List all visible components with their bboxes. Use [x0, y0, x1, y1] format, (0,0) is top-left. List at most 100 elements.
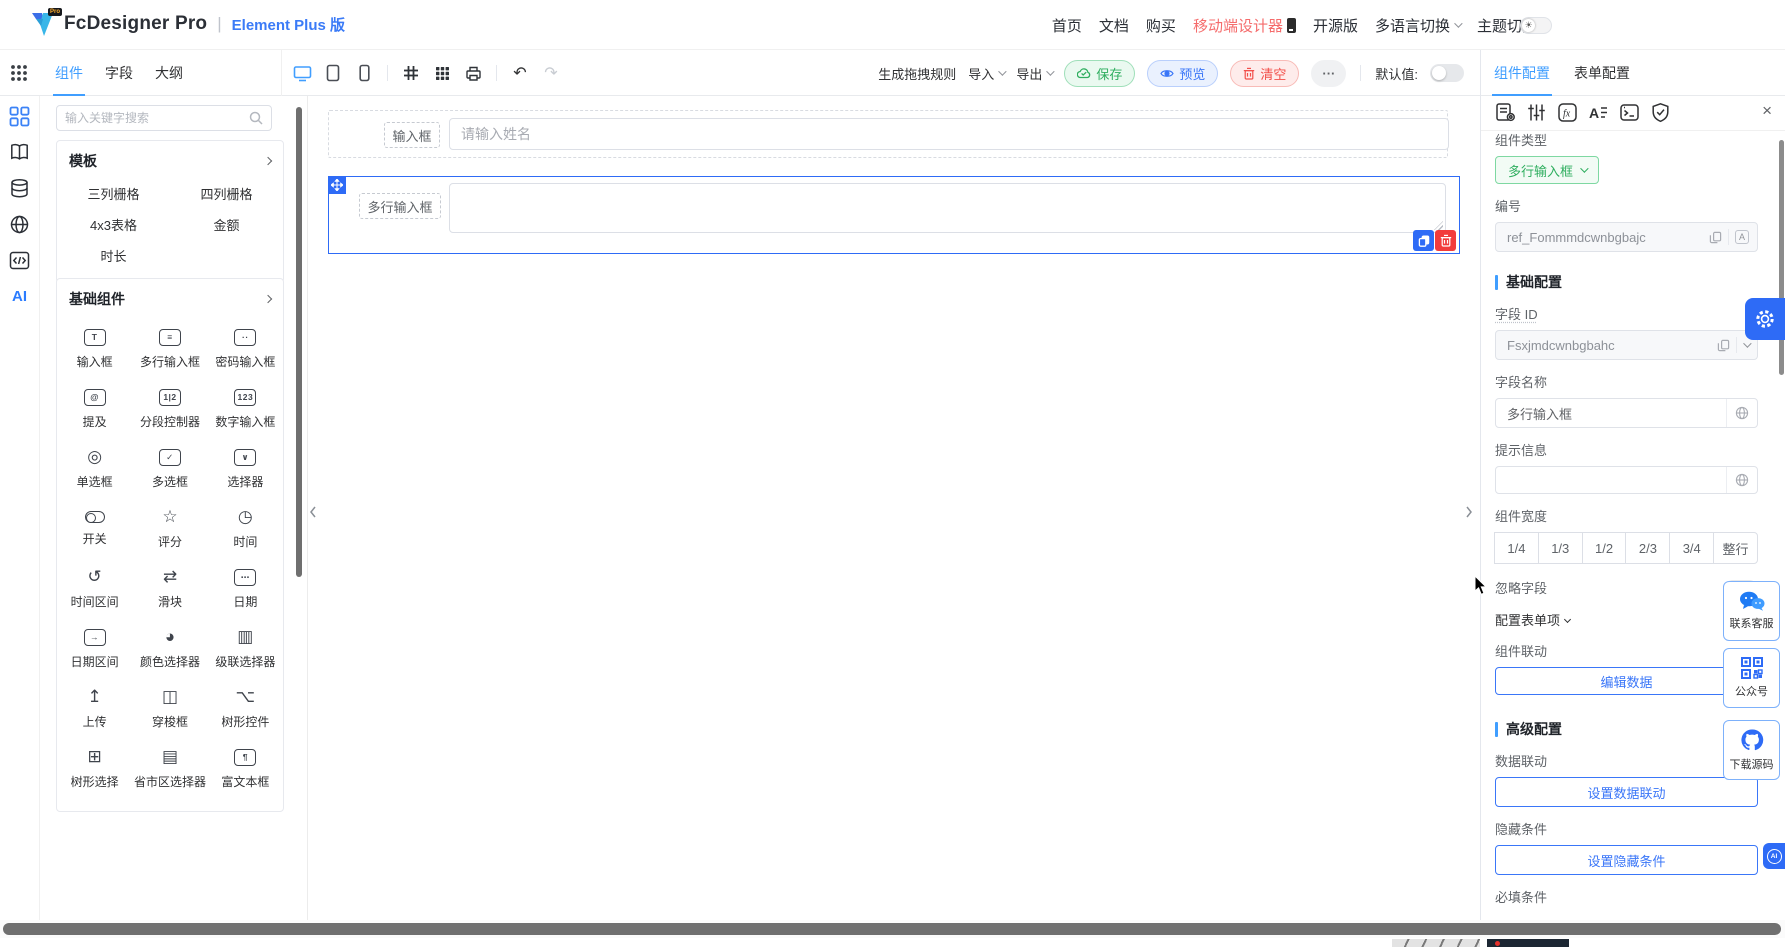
palette-item[interactable]: ⊞ 树形选择 — [57, 739, 132, 799]
component-type-dropdown[interactable]: 多行输入框 — [1495, 156, 1600, 184]
field-label-input[interactable]: 输入框 — [384, 122, 440, 148]
delete-component-button[interactable] — [1435, 230, 1456, 251]
palette-item[interactable]: ⌥ 树形控件 — [208, 679, 283, 739]
palette-item[interactable]: 123 数字输入框 — [208, 379, 283, 439]
horizontal-scrollbar-thumb[interactable] — [3, 923, 1781, 935]
palette-item[interactable]: ·· 密码输入框 — [208, 319, 283, 379]
collapse-right-panel-chevron[interactable] — [1464, 505, 1474, 524]
palette-item[interactable]: ⋯ 日期 — [208, 559, 283, 619]
form-config-icon[interactable] — [1493, 100, 1517, 124]
template-item[interactable]: 时长 — [57, 241, 170, 272]
collapse-left-panel-chevron[interactable] — [308, 505, 318, 524]
contact-support-widget[interactable]: 联系客服 — [1723, 581, 1780, 641]
palette-item[interactable]: 开关 — [57, 499, 132, 559]
palette-item[interactable]: ◫ 穿梭框 — [132, 679, 207, 739]
palette-item[interactable]: ⇄ 滑块 — [132, 559, 207, 619]
apps-grid-icon[interactable] — [9, 63, 29, 88]
auto-name-icon[interactable]: A — [1735, 230, 1749, 244]
palette-item[interactable]: 1|2 分段控制器 — [132, 379, 207, 439]
nav-item[interactable]: 购买 — [1146, 15, 1176, 36]
width-option-button[interactable]: 3/4 — [1669, 532, 1715, 564]
nav-item[interactable]: 多语言切换 — [1375, 15, 1463, 36]
template-item[interactable]: 三列栅格 — [57, 179, 170, 210]
inspector-tab[interactable]: 组件配置 — [1492, 50, 1552, 96]
i18n-globe-icon[interactable] — [1726, 399, 1757, 427]
default-value-toggle[interactable] — [1430, 64, 1464, 82]
textarea-resize-grip[interactable] — [1434, 221, 1443, 230]
print-icon[interactable] — [463, 63, 483, 83]
name-input-field[interactable]: 请输入姓名 — [449, 118, 1449, 150]
palette-item[interactable]: → 日期区间 — [57, 619, 132, 679]
edit-data-button[interactable]: 编辑数据 — [1495, 667, 1758, 695]
textarea-field[interactable] — [449, 183, 1446, 233]
width-option-button[interactable]: 1/4 — [1494, 532, 1539, 564]
palette-item[interactable]: ☆ 评分 — [132, 499, 207, 559]
generate-rule-button[interactable]: 生成拖拽规则 — [878, 64, 956, 83]
import-dropdown[interactable]: 导入 — [968, 64, 1007, 83]
code-icon[interactable] — [9, 249, 31, 271]
nav-item[interactable]: 文档 — [1099, 15, 1129, 36]
inspector-tab[interactable]: 表单配置 — [1574, 50, 1630, 96]
drag-handle[interactable] — [328, 176, 346, 194]
nav-item[interactable]: 移动端设计器 — [1193, 15, 1296, 36]
palette-item[interactable]: @ 提及 — [57, 379, 132, 439]
width-option-button[interactable]: 2/3 — [1625, 532, 1671, 564]
template-item[interactable]: 4x3表格 — [57, 210, 170, 241]
redo-icon[interactable]: ↷ — [541, 63, 561, 83]
palette-item[interactable]: ▤ 省市区选择器 — [132, 739, 207, 799]
sidebar-tab[interactable]: 大纲 — [155, 50, 183, 96]
device-tablet-icon[interactable] — [323, 63, 343, 83]
palette-item[interactable]: ∨ 选择器 — [208, 439, 283, 499]
i18n-globe-icon[interactable] — [1726, 467, 1757, 493]
palette-item[interactable]: ◎ 单选框 — [57, 439, 132, 499]
field-name-input[interactable]: 多行输入框 — [1495, 398, 1758, 428]
chevron-down-icon[interactable] — [1743, 339, 1752, 348]
device-desktop-icon[interactable] — [292, 63, 312, 83]
basic-section-header[interactable]: 基础组件 — [57, 279, 283, 315]
palette-item[interactable]: ◕ 颜色选择器 — [132, 619, 207, 679]
script-terminal-icon[interactable] — [1617, 100, 1641, 124]
palette-item[interactable]: ✓ 多选框 — [132, 439, 207, 499]
ref-input[interactable]: ref_Fommmdcwnbgbajc A — [1495, 222, 1758, 252]
modules-grid-icon[interactable] — [9, 105, 31, 127]
tip-input[interactable] — [1495, 466, 1758, 494]
settings-floating-button[interactable] — [1745, 298, 1785, 340]
save-button[interactable]: 保存 — [1064, 59, 1136, 87]
validation-shield-icon[interactable] — [1648, 100, 1672, 124]
form-canvas[interactable]: 输入框 请输入姓名 多行输入框 — [308, 96, 1480, 920]
template-item[interactable]: 四列栅格 — [170, 179, 283, 210]
template-section-header[interactable]: 模板 — [57, 141, 283, 177]
database-icon[interactable] — [9, 177, 31, 199]
sidebar-scrollbar[interactable] — [296, 107, 302, 577]
props-sliders-icon[interactable] — [1524, 100, 1548, 124]
undo-icon[interactable]: ↶ — [510, 63, 530, 83]
palette-item[interactable]: ▥ 级联选择器 — [208, 619, 283, 679]
ai-assistant-icon[interactable]: AI — [9, 285, 31, 307]
palette-item[interactable]: ↥ 上传 — [57, 679, 132, 739]
template-item[interactable]: 金额 — [170, 210, 283, 241]
globe-icon[interactable] — [9, 213, 31, 235]
width-option-button[interactable]: 1/3 — [1537, 532, 1583, 564]
form-row-input[interactable]: 输入框 请输入姓名 — [328, 110, 1449, 158]
form-row-textarea-selected[interactable]: 多行输入框 — [328, 176, 1460, 254]
palette-item[interactable]: ◷ 时间 — [208, 499, 283, 559]
field-id-input[interactable]: Fsxjmdcwnbgbahc — [1495, 330, 1758, 360]
official-account-widget[interactable]: 公众号 — [1723, 648, 1780, 708]
download-source-widget[interactable]: 下载源码 — [1723, 720, 1780, 780]
copy-component-button[interactable] — [1413, 230, 1434, 251]
brand-logo[interactable]: Pro FcDesigner Pro | Element Plus 版 — [30, 8, 345, 38]
dots-grid-icon[interactable] — [432, 63, 452, 83]
docs-book-icon[interactable] — [9, 141, 31, 163]
set-data-linkage-button[interactable]: 设置数据联动 — [1495, 777, 1758, 807]
palette-item[interactable]: ¶ 富文本框 — [208, 739, 283, 799]
clear-button[interactable]: 清空 — [1230, 59, 1300, 87]
nav-item[interactable]: 首页 — [1052, 15, 1082, 36]
search-input[interactable] — [65, 111, 243, 125]
export-dropdown[interactable]: 导出 — [1016, 64, 1055, 83]
set-hidden-condition-button[interactable]: 设置隐藏条件 — [1495, 845, 1758, 875]
sidebar-tab[interactable]: 字段 — [105, 50, 133, 96]
more-actions-button[interactable]: ··· — [1311, 59, 1347, 87]
copy-icon[interactable] — [1709, 231, 1722, 244]
copy-icon[interactable] — [1717, 339, 1730, 352]
nav-item[interactable]: 开源版 — [1313, 15, 1358, 36]
